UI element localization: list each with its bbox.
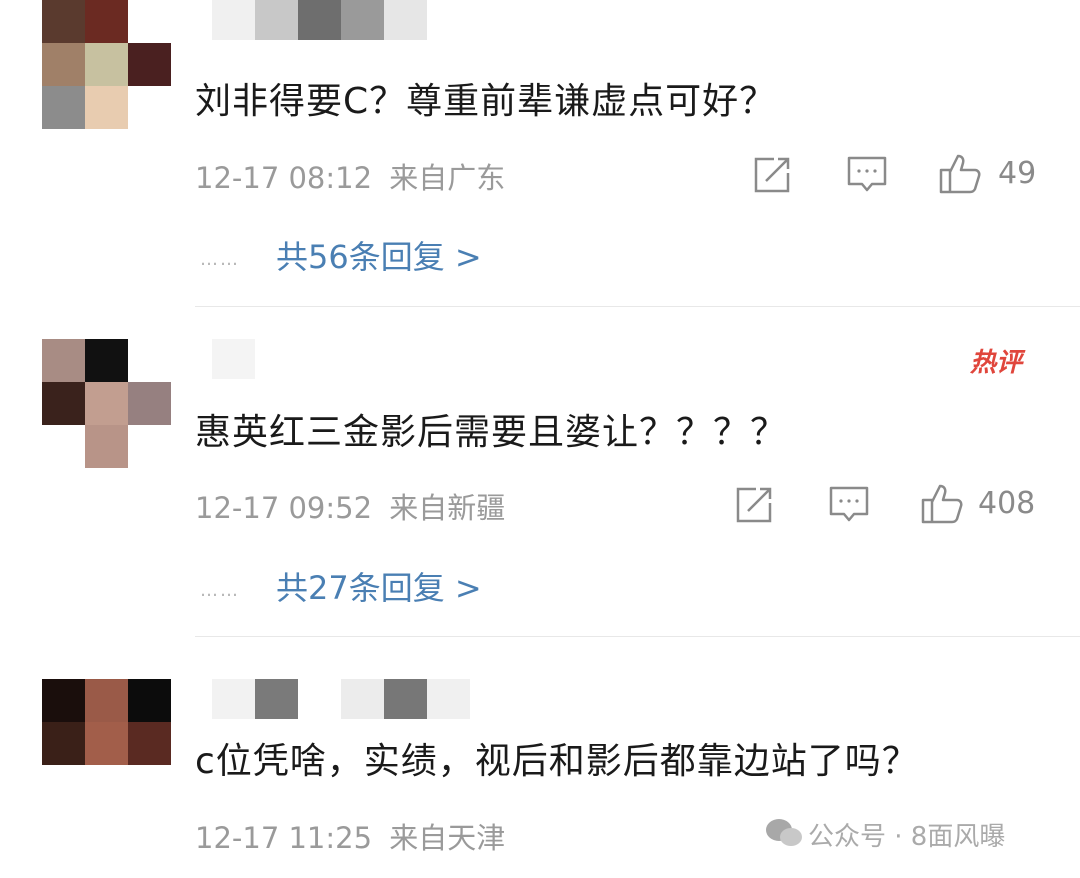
- comment-text: c位凭啥，实绩，视后和影后都靠边站了吗？: [195, 741, 919, 782]
- avatar[interactable]: [42, 679, 171, 808]
- like-count: 408: [978, 486, 1036, 521]
- comment-text: 刘非得要C？尊重前辈谦虚点可好？: [195, 81, 777, 122]
- like-icon[interactable]: [920, 482, 964, 528]
- comment-meta: 12-17 08:12 来自广东: [195, 155, 505, 197]
- watermark: 公众号 · 8面风曝: [808, 822, 1006, 852]
- share-icon[interactable]: [734, 485, 774, 529]
- replies-label: 共27条回复 >: [276, 569, 482, 607]
- avatar[interactable]: [42, 339, 171, 468]
- comment-location: 来自天津: [389, 821, 506, 855]
- comment-icon[interactable]: [828, 485, 870, 529]
- wechat-logo-icon: [764, 816, 804, 854]
- comment-location: 来自新疆: [389, 491, 506, 525]
- comment-meta: 12-17 09:52 来自新疆: [195, 485, 505, 527]
- share-icon[interactable]: [752, 155, 792, 199]
- view-replies-link[interactable]: …… 共56条回复 >: [200, 232, 482, 278]
- divider: [195, 636, 1080, 637]
- comment-time: 12-17 09:52: [195, 491, 373, 525]
- replies-label: 共56条回复 >: [276, 238, 482, 276]
- reply-dots: ……: [200, 248, 240, 270]
- divider: [195, 306, 1080, 307]
- comment-time: 12-17 08:12: [195, 161, 373, 195]
- comment-icon[interactable]: [846, 155, 888, 199]
- avatar[interactable]: [42, 0, 171, 129]
- like-count: 49: [998, 156, 1037, 191]
- comment-time: 12-17 11:25: [195, 821, 373, 855]
- like-icon[interactable]: [938, 152, 982, 198]
- hot-comment-badge: 热评: [970, 348, 1023, 378]
- view-replies-link[interactable]: …… 共27条回复 >: [200, 563, 482, 609]
- comment-text: 惠英红三金影后需要且婆让？？？？: [195, 412, 788, 453]
- comment-meta: 12-17 11:25 来自天津: [195, 815, 505, 857]
- reply-dots: ……: [200, 579, 240, 601]
- comment-location: 来自广东: [389, 161, 506, 195]
